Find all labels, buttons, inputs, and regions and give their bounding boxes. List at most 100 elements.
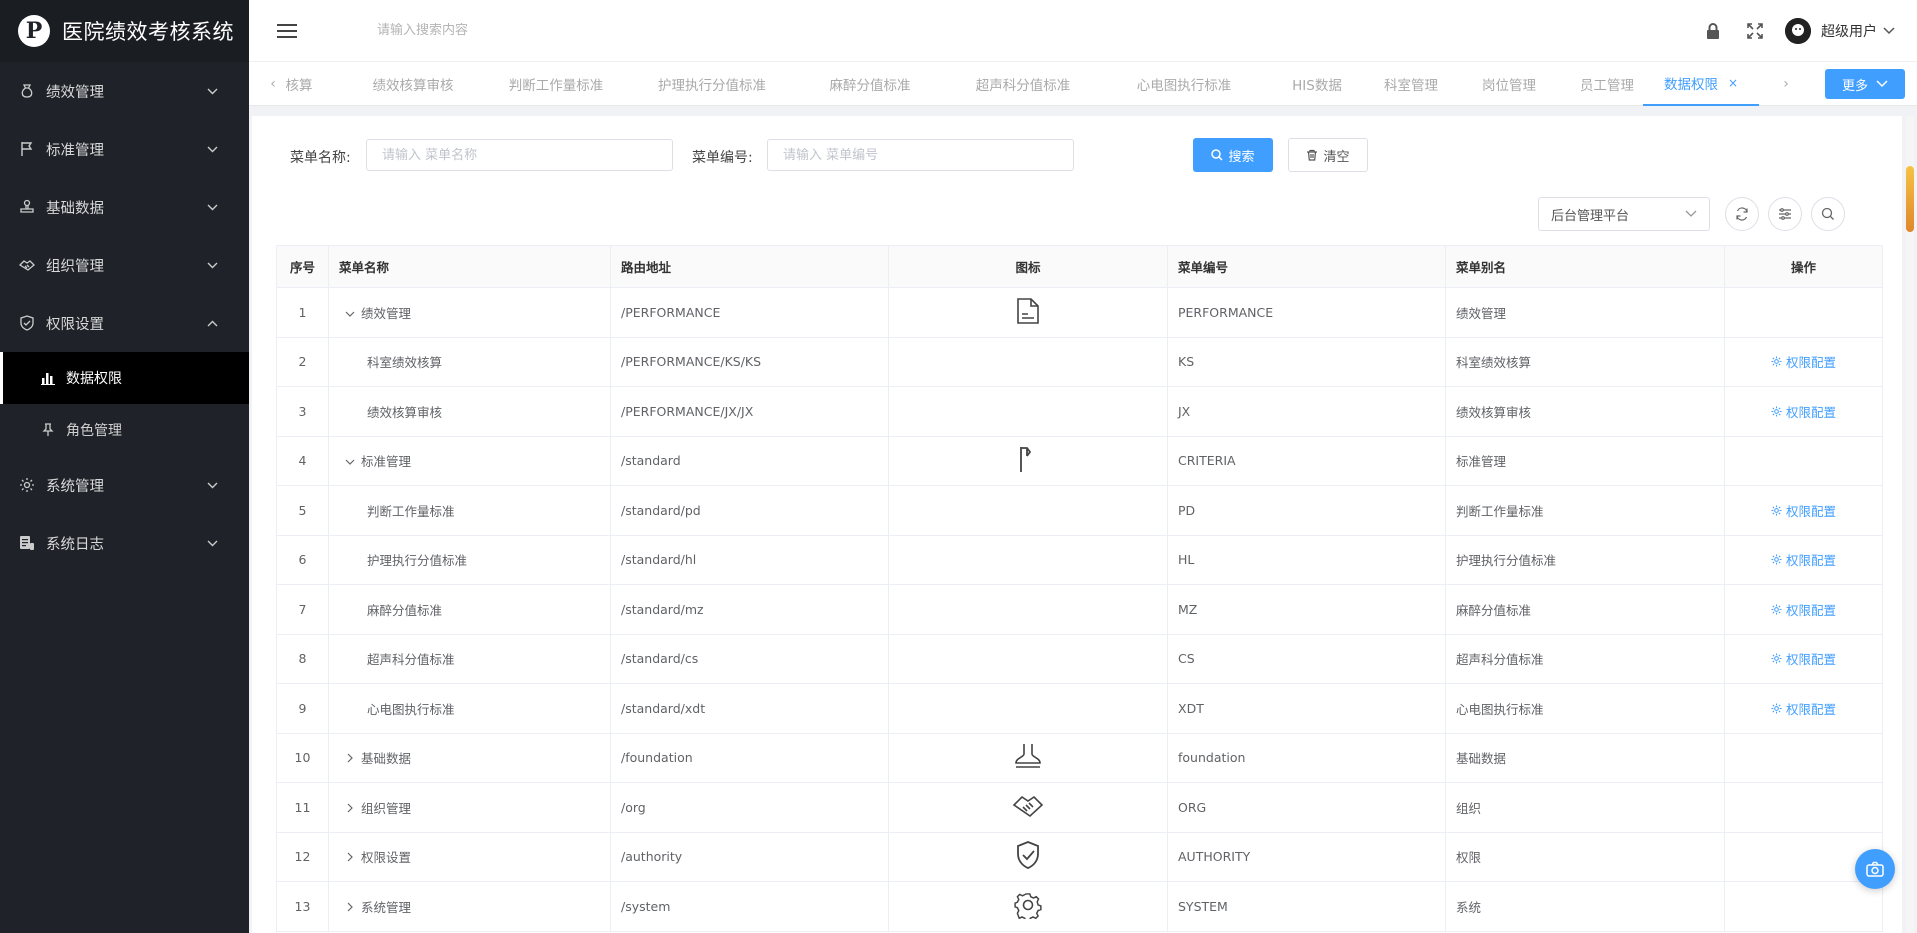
tab[interactable]: 核算 [279, 62, 319, 106]
chevron-down-icon[interactable] [1883, 25, 1895, 37]
menu-name-input[interactable] [366, 139, 673, 171]
sidebar-item-label: 标准管理 [46, 142, 104, 159]
scrollbar-track[interactable] [1906, 116, 1914, 933]
permission-config-link[interactable]: 权限配置 [1771, 501, 1836, 520]
more-button[interactable]: 更多 [1825, 69, 1905, 99]
chevron-right-icon[interactable] [343, 902, 357, 915]
tab[interactable]: 护理执行分值标准 [637, 62, 787, 106]
permission-config-link[interactable]: 权限配置 [1771, 699, 1836, 718]
lock-icon[interactable] [1703, 21, 1723, 41]
column-header: 序号 [276, 245, 329, 288]
menu-name-cell: 组织管理 [328, 782, 611, 833]
shield-check-icon [1015, 840, 1041, 870]
permission-config-link[interactable]: 权限配置 [1771, 649, 1836, 668]
sidebar-item[interactable]: 组织管理 [0, 236, 249, 294]
menu-code-cell: SYSTEM [1167, 881, 1446, 932]
table-header-row: 序号 菜单名称 路由地址 图标 菜单编号 菜单别名 操作 [276, 245, 1883, 288]
username[interactable]: 超级用户 [1821, 21, 1877, 41]
sidebar-item-label: 权限设置 [46, 316, 104, 333]
tab[interactable]: 心电图执行标准 [1109, 62, 1259, 106]
chevron-down-icon[interactable] [343, 456, 357, 469]
sidebar-subitem[interactable]: 数据权限 [0, 352, 249, 404]
tab[interactable]: 麻醉分值标准 [805, 62, 935, 106]
permission-config-label: 权限配置 [1785, 701, 1836, 717]
chevron-right-icon[interactable] [343, 852, 357, 865]
chevron-down-icon[interactable] [343, 308, 357, 321]
menu-name-cell: 绩效核算审核 [328, 386, 611, 437]
permission-config-link[interactable]: 权限配置 [1771, 352, 1836, 371]
menu-code-cell: AUTHORITY [1167, 831, 1446, 882]
icon-cell [888, 732, 1168, 783]
permission-config-label: 权限配置 [1785, 404, 1836, 420]
global-search-input[interactable] [377, 23, 677, 38]
column-header: 操作 [1724, 245, 1883, 288]
tab[interactable]: 绩效核算审核 [349, 62, 477, 106]
chevron-right-icon[interactable] [343, 753, 357, 766]
menu-code-cell: PD [1167, 485, 1446, 536]
close-icon[interactable]: × [1728, 76, 1738, 90]
tab[interactable]: 数据权限 × [1643, 62, 1759, 106]
actions-cell [1724, 881, 1883, 932]
menu-name: 麻醉分值标准 [367, 602, 443, 618]
tab[interactable]: 超声科分值标准 [953, 62, 1093, 106]
menu-name-cell: 判断工作量标准 [328, 485, 611, 536]
tab[interactable]: HIS数据 [1277, 62, 1357, 106]
hamburger-icon[interactable] [275, 19, 299, 43]
tab[interactable]: 岗位管理 [1459, 62, 1559, 106]
tab-label: 麻醉分值标准 [829, 78, 911, 94]
tab[interactable]: 员工管理 [1557, 62, 1657, 106]
gear-icon [1771, 554, 1782, 565]
column-header: 路由地址 [610, 245, 889, 288]
sidebar-item[interactable]: 系统日志 [0, 514, 249, 572]
menu-alias-cell: 超声科分值标准 [1445, 633, 1725, 684]
clear-button[interactable]: 清空 [1288, 138, 1368, 172]
pin-icon [40, 422, 56, 438]
sidebar-item[interactable]: 系统管理 [0, 456, 249, 514]
column-settings-icon[interactable] [1768, 197, 1802, 231]
table-row: 6 护理执行分值标准/standard/hl HL 护理执行分值标准 权限配置 [276, 534, 1883, 585]
platform-select[interactable]: 后台管理平台 [1538, 197, 1710, 231]
search-toggle-icon[interactable] [1811, 197, 1845, 231]
search-button-label: 搜索 [1228, 149, 1255, 165]
permission-config-link[interactable]: 权限配置 [1771, 600, 1836, 619]
chevron-down-icon [205, 84, 219, 98]
route-cell: /standard/pd [610, 485, 889, 536]
sidebar-item[interactable]: 权限设置 [0, 294, 249, 352]
icon-cell [888, 683, 1168, 734]
menu-name-cell: 系统管理 [328, 881, 611, 932]
menu-code-input[interactable] [767, 139, 1074, 171]
sidebar-item[interactable]: 标准管理 [0, 120, 249, 178]
scrollbar-thumb[interactable] [1906, 166, 1914, 232]
sidebar-item[interactable]: 绩效管理 [0, 62, 249, 120]
route-cell: /standard/hl [610, 534, 889, 585]
menu-alias-cell: 心电图执行标准 [1445, 683, 1725, 734]
permission-config-label: 权限配置 [1785, 355, 1836, 371]
actions-cell: 权限配置 [1724, 584, 1883, 635]
row-index: 2 [276, 336, 329, 387]
fullscreen-icon[interactable] [1745, 21, 1765, 41]
tab-label: 超声科分值标准 [975, 78, 1071, 94]
permission-config-link[interactable]: 权限配置 [1771, 550, 1836, 569]
tab-label: 科室管理 [1384, 78, 1438, 94]
tab[interactable]: 科室管理 [1361, 62, 1461, 106]
tabs-scroll-right-icon[interactable]: › [1776, 62, 1796, 106]
menu-name-cell: 基础数据 [328, 732, 611, 783]
menu-code-cell: KS [1167, 336, 1446, 387]
menu-code-cell: JX [1167, 386, 1446, 437]
table-row: 4 标准管理/standard CRITERIA 标准管理 [276, 435, 1883, 486]
search-button[interactable]: 搜索 [1193, 138, 1273, 172]
icon-cell [888, 435, 1168, 486]
column-header: 图标 [888, 245, 1168, 288]
route-cell: /PERFORMANCE/KS/KS [610, 336, 889, 387]
refresh-icon[interactable] [1725, 197, 1759, 231]
permission-config-link[interactable]: 权限配置 [1771, 402, 1836, 421]
sidebar-item[interactable]: 基础数据 [0, 178, 249, 236]
menu-name-cell: 绩效管理 [328, 287, 611, 338]
table-row: 11 组织管理/org ORG 组织 [276, 782, 1883, 833]
avatar[interactable] [1785, 17, 1811, 44]
chevron-right-icon[interactable] [343, 803, 357, 816]
table-row: 7 麻醉分值标准/standard/mz MZ 麻醉分值标准 权限配置 [276, 584, 1883, 635]
tab[interactable]: 判断工作量标准 [491, 62, 621, 106]
sidebar-subitem[interactable]: 角色管理 [0, 404, 249, 456]
camera-icon[interactable] [1855, 849, 1895, 889]
